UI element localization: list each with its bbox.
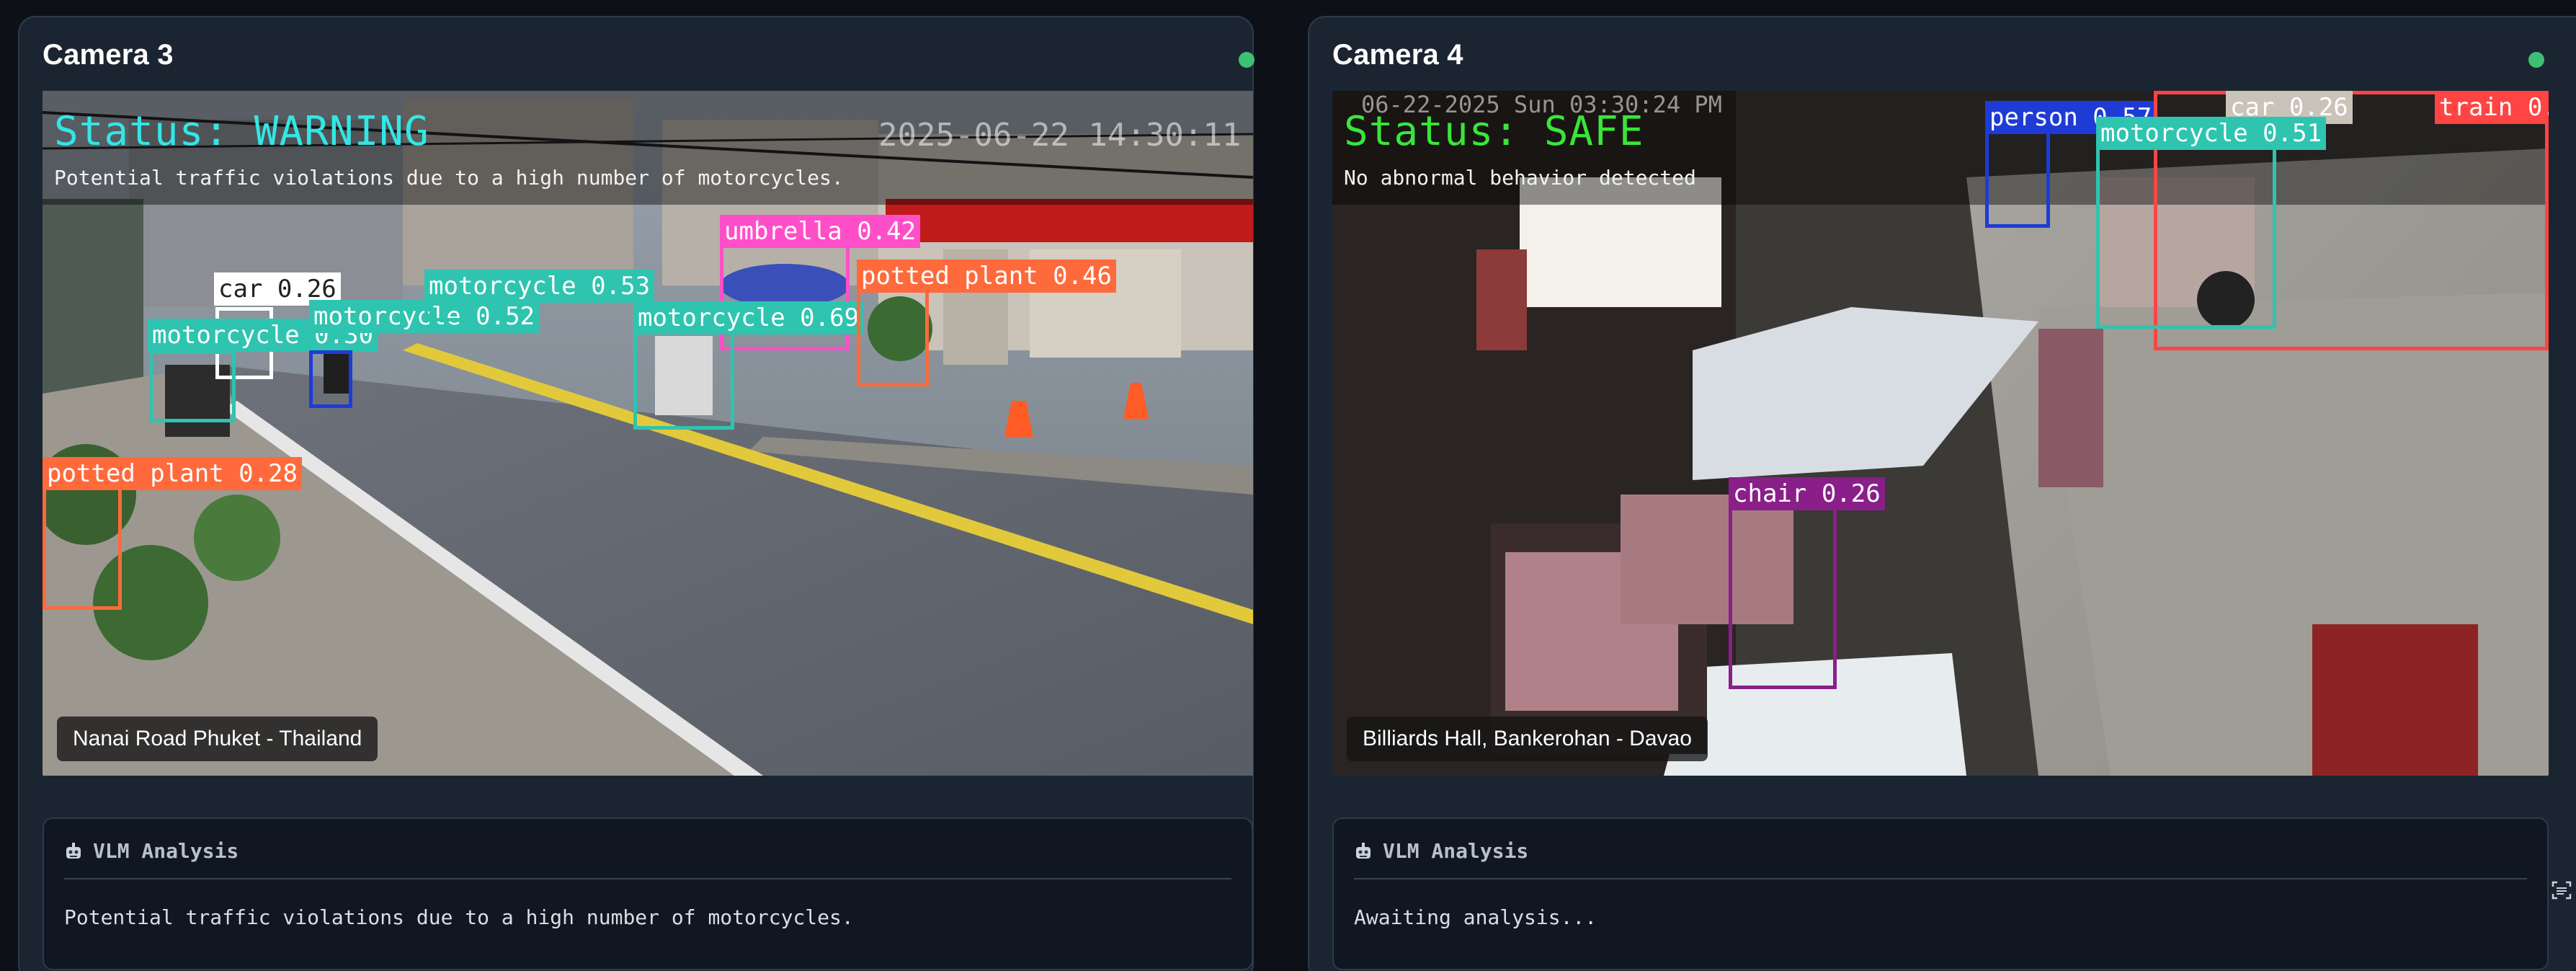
feed-timestamp: 06-22-2025 Sun 03:30:24 PM [1361, 91, 1722, 118]
camera-title: Camera 4 [1332, 39, 1463, 71]
camera-title: Camera 3 [43, 39, 174, 71]
vlm-header: VLM Analysis [64, 839, 239, 863]
vlm-header: VLM Analysis [1354, 839, 1528, 863]
detection-box [309, 350, 352, 408]
status-description: Potential traffic violations due to a hi… [54, 166, 844, 190]
camera-feed-4[interactable]: Status: SAFE No abnormal behavior detect… [1332, 91, 2549, 776]
detection-label: motorcycle 0.53 [424, 270, 655, 303]
detection-box [633, 329, 734, 430]
detection-label: motorcycle 0.69 [633, 301, 864, 334]
vlm-title: VLM Analysis [1383, 839, 1529, 863]
detection-box [149, 350, 236, 422]
scan-icon[interactable] [2551, 879, 2572, 901]
camera-card-3[interactable]: Camera 3 Status: WARNING Potential traff… [18, 16, 1254, 971]
detection-label: potted plant 0.28 [43, 457, 302, 490]
detection-label: potted plant 0.46 [857, 260, 1116, 293]
vlm-title: VLM Analysis [93, 839, 239, 863]
online-status-dot-icon [1239, 52, 1254, 68]
status-label: Status: WARNING [54, 108, 429, 155]
detection-box [2096, 120, 2276, 329]
detection-box [1729, 495, 1837, 689]
vlm-analysis-panel: VLM Analysis Awaiting analysis... [1332, 817, 2549, 970]
detection-label: umbrella 0.42 [720, 215, 921, 248]
vlm-result-text: Potential traffic violations due to a hi… [64, 905, 854, 929]
divider [64, 878, 1231, 879]
status-description: No abnormal behavior detected [1344, 166, 1696, 190]
camera-location: Nanai Road Phuket - Thailand [57, 717, 378, 761]
robot-icon [66, 842, 81, 859]
vlm-result-text: Awaiting analysis... [1354, 905, 1597, 929]
detection-label: motorcycle 0.51 [2096, 117, 2327, 150]
camera-location: Billiards Hall, Bankerohan - Davao [1347, 717, 1708, 761]
feed-timestamp: 2025-06-22 14:30:11 [878, 117, 1242, 154]
detection-label: train 0.26 [2435, 91, 2549, 124]
detection-label: chair 0.26 [1729, 477, 1885, 510]
divider [1354, 878, 2527, 879]
robot-icon [1356, 842, 1371, 859]
vlm-analysis-panel: VLM Analysis Potential traffic violation… [43, 817, 1253, 970]
camera-dashboard: Camera 3 Status: WARNING Potential traff… [0, 0, 2576, 971]
camera-card-4[interactable]: Camera 4 Status: SAFE No abnormal behavi… [1308, 16, 2576, 971]
camera-feed-3[interactable]: Status: WARNING Potential traffic violat… [43, 91, 1253, 776]
online-status-dot-icon [2528, 52, 2544, 68]
